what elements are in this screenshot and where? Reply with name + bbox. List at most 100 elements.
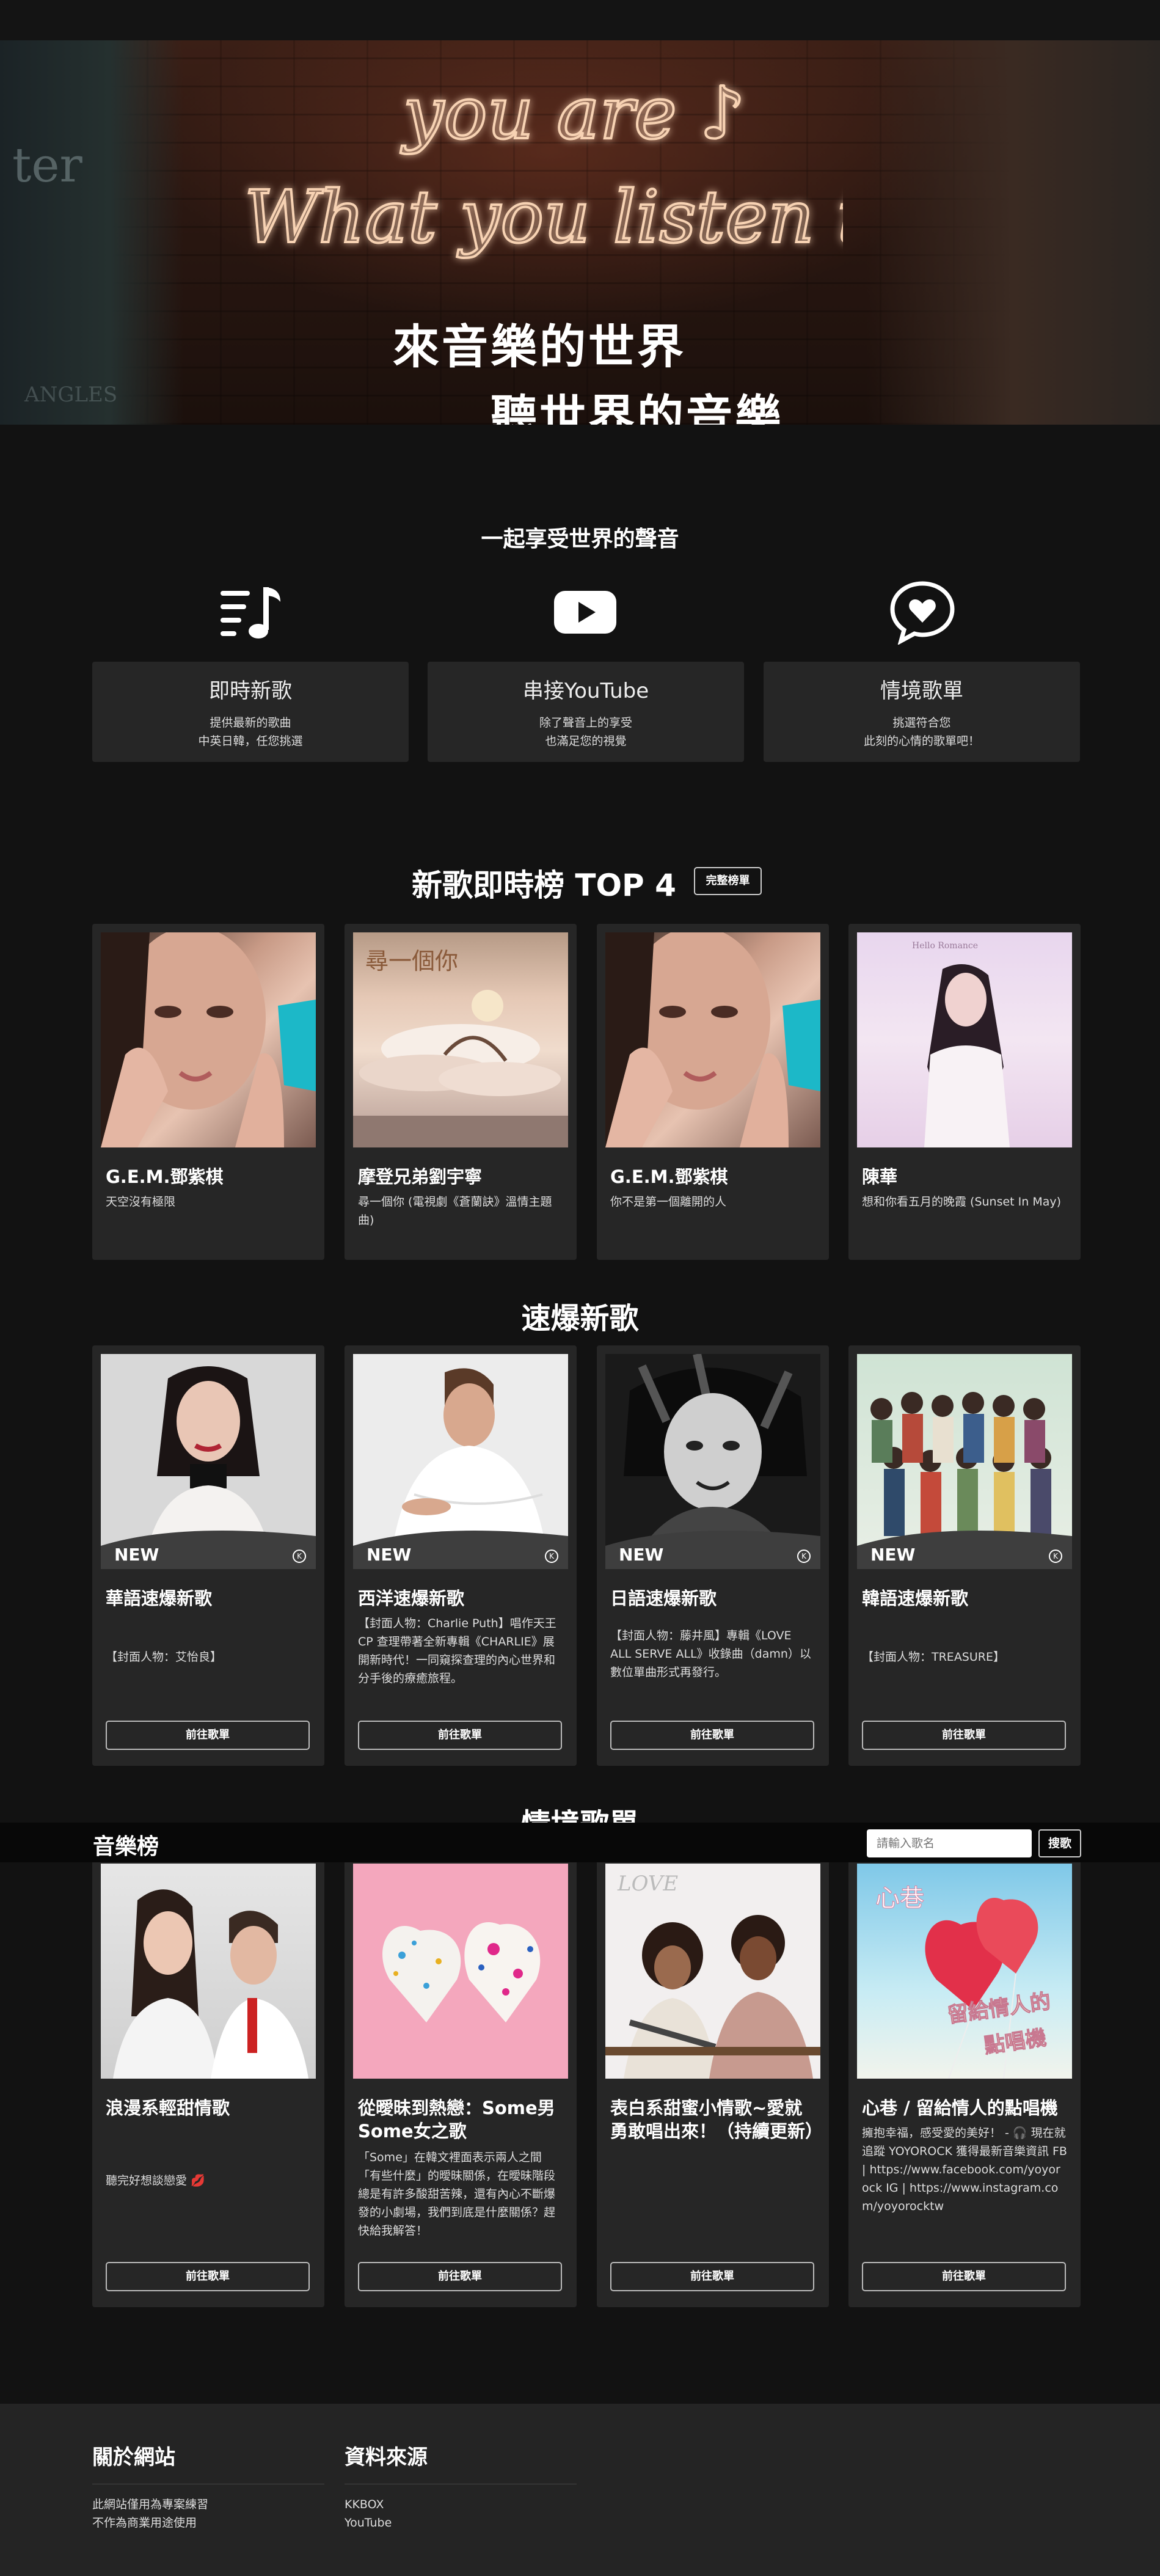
- playlist-cover: NEW K: [101, 1354, 316, 1569]
- go-to-playlist-button[interactable]: 前往歌單: [862, 1721, 1066, 1750]
- playlist-cover: NEW K: [353, 1354, 568, 1569]
- song-title: 天空沒有極限: [106, 1195, 176, 1209]
- sticky-search-bar: 音樂榜 搜歌: [0, 1823, 1160, 1862]
- top-bar: [0, 0, 1160, 40]
- go-to-playlist-button[interactable]: 前往歌單: [610, 2262, 814, 2291]
- footer-line: 此網站僅用為專案練習: [92, 2498, 209, 2511]
- playlist-card: 浪漫系輕甜情歌 聽完好想談戀愛 💋 前往歌單: [92, 1855, 324, 2307]
- neon-sign: you are ♪ What you listen to: [243, 70, 843, 260]
- artist-name: G.E.M.鄧紫棋: [106, 1166, 224, 1187]
- playlist-card: 從曖昧到熱戀：Some男Some女之歌 「Some」在韓文裡面表示兩人之間「有些…: [345, 1855, 577, 2307]
- kkbox-icon: K: [797, 1550, 811, 1563]
- feature-desc-line: 提供最新的歌曲: [210, 716, 291, 730]
- footer: 關於網站 此網站僅用為專案練習 不作為商業用途使用 資料來源 KKBOX YouTu…: [0, 2404, 1160, 2576]
- go-to-playlist-button[interactable]: 前往歌單: [106, 2262, 310, 2291]
- feature-card-new-songs: 即時新歌 提供最新的歌曲 中英日韓，任您挑選: [92, 662, 409, 762]
- feature-desc-line: 此刻的心情的歌單吧！: [863, 734, 980, 748]
- playlist-desc: 「Some」在韓文裡面表示兩人之間「有些什麼」的曖昧關係，在曖昧階段總是有許多酸…: [358, 2151, 556, 2238]
- playlist-title: 表白系甜蜜小情歌~愛就勇敢唱出來！（持續更新）: [610, 2098, 823, 2142]
- music-list-icon: [221, 587, 280, 639]
- song-card[interactable]: G.E.M.鄧紫棋 天空沒有極限: [92, 924, 324, 1260]
- feature-desc: 除了聲音上的享受 也滿足您的視覺: [428, 714, 744, 750]
- playlist-card: NEW K 華語速爆新歌 【封面人物：艾怡良】 前往歌單: [92, 1345, 324, 1766]
- feature-title: 即時新歌: [209, 679, 292, 703]
- album-cover: Hello Romance: [857, 932, 1072, 1147]
- footer-sources-list: KKBOX YouTube: [345, 2495, 577, 2532]
- playlist-cover: [353, 1864, 568, 2079]
- hero-banner: ter ANGLES you are ♪ What you listen to …: [0, 40, 1160, 425]
- playlist-cover: NEW K: [605, 1354, 820, 1569]
- playlist-card: 心巷 留給情人的 點唱機 心巷 / 留給情人的點唱機 擁抱幸福，感受愛的美好！ …: [848, 1855, 1081, 2307]
- feature-title: 情境歌單: [880, 679, 963, 703]
- go-to-playlist-button[interactable]: 前往歌單: [862, 2262, 1066, 2291]
- footer-sources-title: 資料來源: [345, 2440, 577, 2484]
- go-to-playlist-button[interactable]: 前往歌單: [610, 1721, 814, 1750]
- neon-line-2: What you listen to: [244, 175, 843, 259]
- footer-sources: 資料來源 KKBOX YouTube: [345, 2440, 577, 2532]
- playlist-card: NEW K 韓語速爆新歌 【封面人物：TREASURE】 前往歌單: [848, 1345, 1081, 1766]
- playlist-desc: 聽完好想談戀愛 💋: [106, 2174, 205, 2187]
- features-title: 一起享受世界的聲音: [481, 527, 679, 552]
- artist-name: 陳華: [862, 1166, 898, 1187]
- playlist-title: 日語速爆新歌: [610, 1588, 717, 1609]
- album-text: 尋一個你: [365, 948, 458, 975]
- source-youtube-link[interactable]: YouTube: [345, 2516, 392, 2530]
- shelf-sign: ter: [12, 138, 82, 193]
- footer-about-text: 此網站僅用為專案練習 不作為商業用途使用: [92, 2495, 324, 2532]
- playlist-title: 心巷 / 留給情人的點唱機: [862, 2098, 1058, 2118]
- new-label: NEW: [619, 1545, 664, 1565]
- site-brand[interactable]: 音樂榜: [93, 1829, 159, 1861]
- footer-about-title: 關於網站: [92, 2440, 324, 2484]
- feature-card-mood: 情境歌單 挑選符合您此刻的心情的歌單吧！: [764, 662, 1080, 762]
- top4-grid: G.E.M.鄧紫棋 天空沒有極限 尋一個你 摩登兄弟劉宇寧 尋一個你 (電視劇《…: [0, 924, 1160, 1260]
- artist-name: 摩登兄弟劉宇寧: [358, 1166, 483, 1187]
- playlist-desc: 【封面人物：Charlie Puth】唱作天王 CP 查理帶著全新專輯《CHAR…: [358, 1617, 556, 1685]
- song-card[interactable]: G.E.M.鄧紫棋 你不是第一個離開的人: [597, 924, 829, 1260]
- hero-heading-1: 來音樂的世界: [393, 320, 686, 374]
- song-search-input[interactable]: [867, 1829, 1032, 1857]
- playlist-card: NEW K 日語速爆新歌 【封面人物：藤井風】專輯《LOVE ALL SERVE…: [597, 1345, 829, 1766]
- album-cover: [605, 932, 820, 1147]
- album-text: Hello Romance: [912, 941, 978, 951]
- kkbox-icon: K: [1049, 1550, 1062, 1563]
- playlist-cover: LOVE: [605, 1864, 820, 2079]
- left-shelf: ter ANGLES: [0, 40, 183, 425]
- features-section: 即時新歌 提供最新的歌曲 中英日韓，任您挑選 串接YouTube 除了聲音上的享受…: [0, 577, 1160, 762]
- playlist-desc: 【封面人物：TREASURE】: [862, 1650, 1005, 1664]
- go-to-playlist-button[interactable]: 前往歌單: [358, 1721, 562, 1750]
- feature-desc-line: 挑選符合您: [892, 716, 951, 730]
- feature-desc-line: 除了聲音上的享受: [539, 716, 632, 730]
- top4-header: 新歌即時榜 TOP 4 完整榜單: [0, 861, 1160, 903]
- neon-line-1: you are ♪: [400, 71, 746, 155]
- hero-heading-2: 聽世界的音樂: [491, 390, 784, 425]
- new-label: NEW: [114, 1545, 159, 1565]
- feature-title: 串接YouTube: [522, 679, 649, 703]
- song-card[interactable]: Hello Romance 陳華 想和你看五月的晚霞 (Sunset In Ma…: [848, 924, 1081, 1260]
- search-button[interactable]: 搜歌: [1038, 1829, 1081, 1857]
- feature-desc: 挑選符合您此刻的心情的歌單吧！: [764, 714, 1080, 750]
- song-title: 你不是第一個離開的人: [610, 1195, 727, 1209]
- full-chart-button[interactable]: 完整榜單: [694, 867, 762, 895]
- kkbox-icon: K: [293, 1550, 306, 1563]
- playlist-card: NEW K 西洋速爆新歌 【封面人物：Charlie Puth】唱作天王 CP …: [345, 1345, 577, 1766]
- hot-new-title: 速爆新歌: [521, 1301, 639, 1336]
- playlist-title: 華語速爆新歌: [106, 1588, 213, 1609]
- playlist-desc: 【封面人物：艾怡良】: [106, 1650, 222, 1664]
- go-to-playlist-button[interactable]: 前往歌單: [358, 2262, 562, 2291]
- album-cover: [101, 932, 316, 1147]
- feature-desc: 提供最新的歌曲 中英日韓，任您挑選: [92, 714, 409, 750]
- album-cover: 尋一個你: [353, 932, 568, 1147]
- playlist-title: 浪漫系輕甜情歌: [106, 2098, 230, 2118]
- feature-desc-line: 中英日韓，任您挑選: [198, 734, 303, 748]
- feature-desc-line: 也滿足您的視覺: [545, 734, 627, 748]
- source-kkbox-link[interactable]: KKBOX: [345, 2498, 384, 2511]
- mood-grid: 浪漫系輕甜情歌 聽完好想談戀愛 💋 前往歌單 從曖昧到熱戀：Some男Some女…: [0, 1855, 1160, 2307]
- go-to-playlist-button[interactable]: 前往歌單: [106, 1721, 310, 1750]
- kkbox-icon: K: [545, 1550, 558, 1563]
- youtube-icon: [554, 591, 616, 634]
- playlist-title: 從曖昧到熱戀：Some男Some女之歌: [358, 2098, 555, 2142]
- playlist-cover: NEW K: [857, 1354, 1072, 1569]
- playlist-desc: 擁抱幸福，感受愛的美好！ - 🎧 現在就追蹤 YOYOROCK 獲得最新音樂資訊…: [862, 2126, 1067, 2213]
- playlist-cover: 心巷 留給情人的 點唱機: [857, 1864, 1072, 2079]
- song-card[interactable]: 尋一個你 摩登兄弟劉宇寧 尋一個你 (電視劇《蒼蘭訣》溫情主題曲): [345, 924, 577, 1260]
